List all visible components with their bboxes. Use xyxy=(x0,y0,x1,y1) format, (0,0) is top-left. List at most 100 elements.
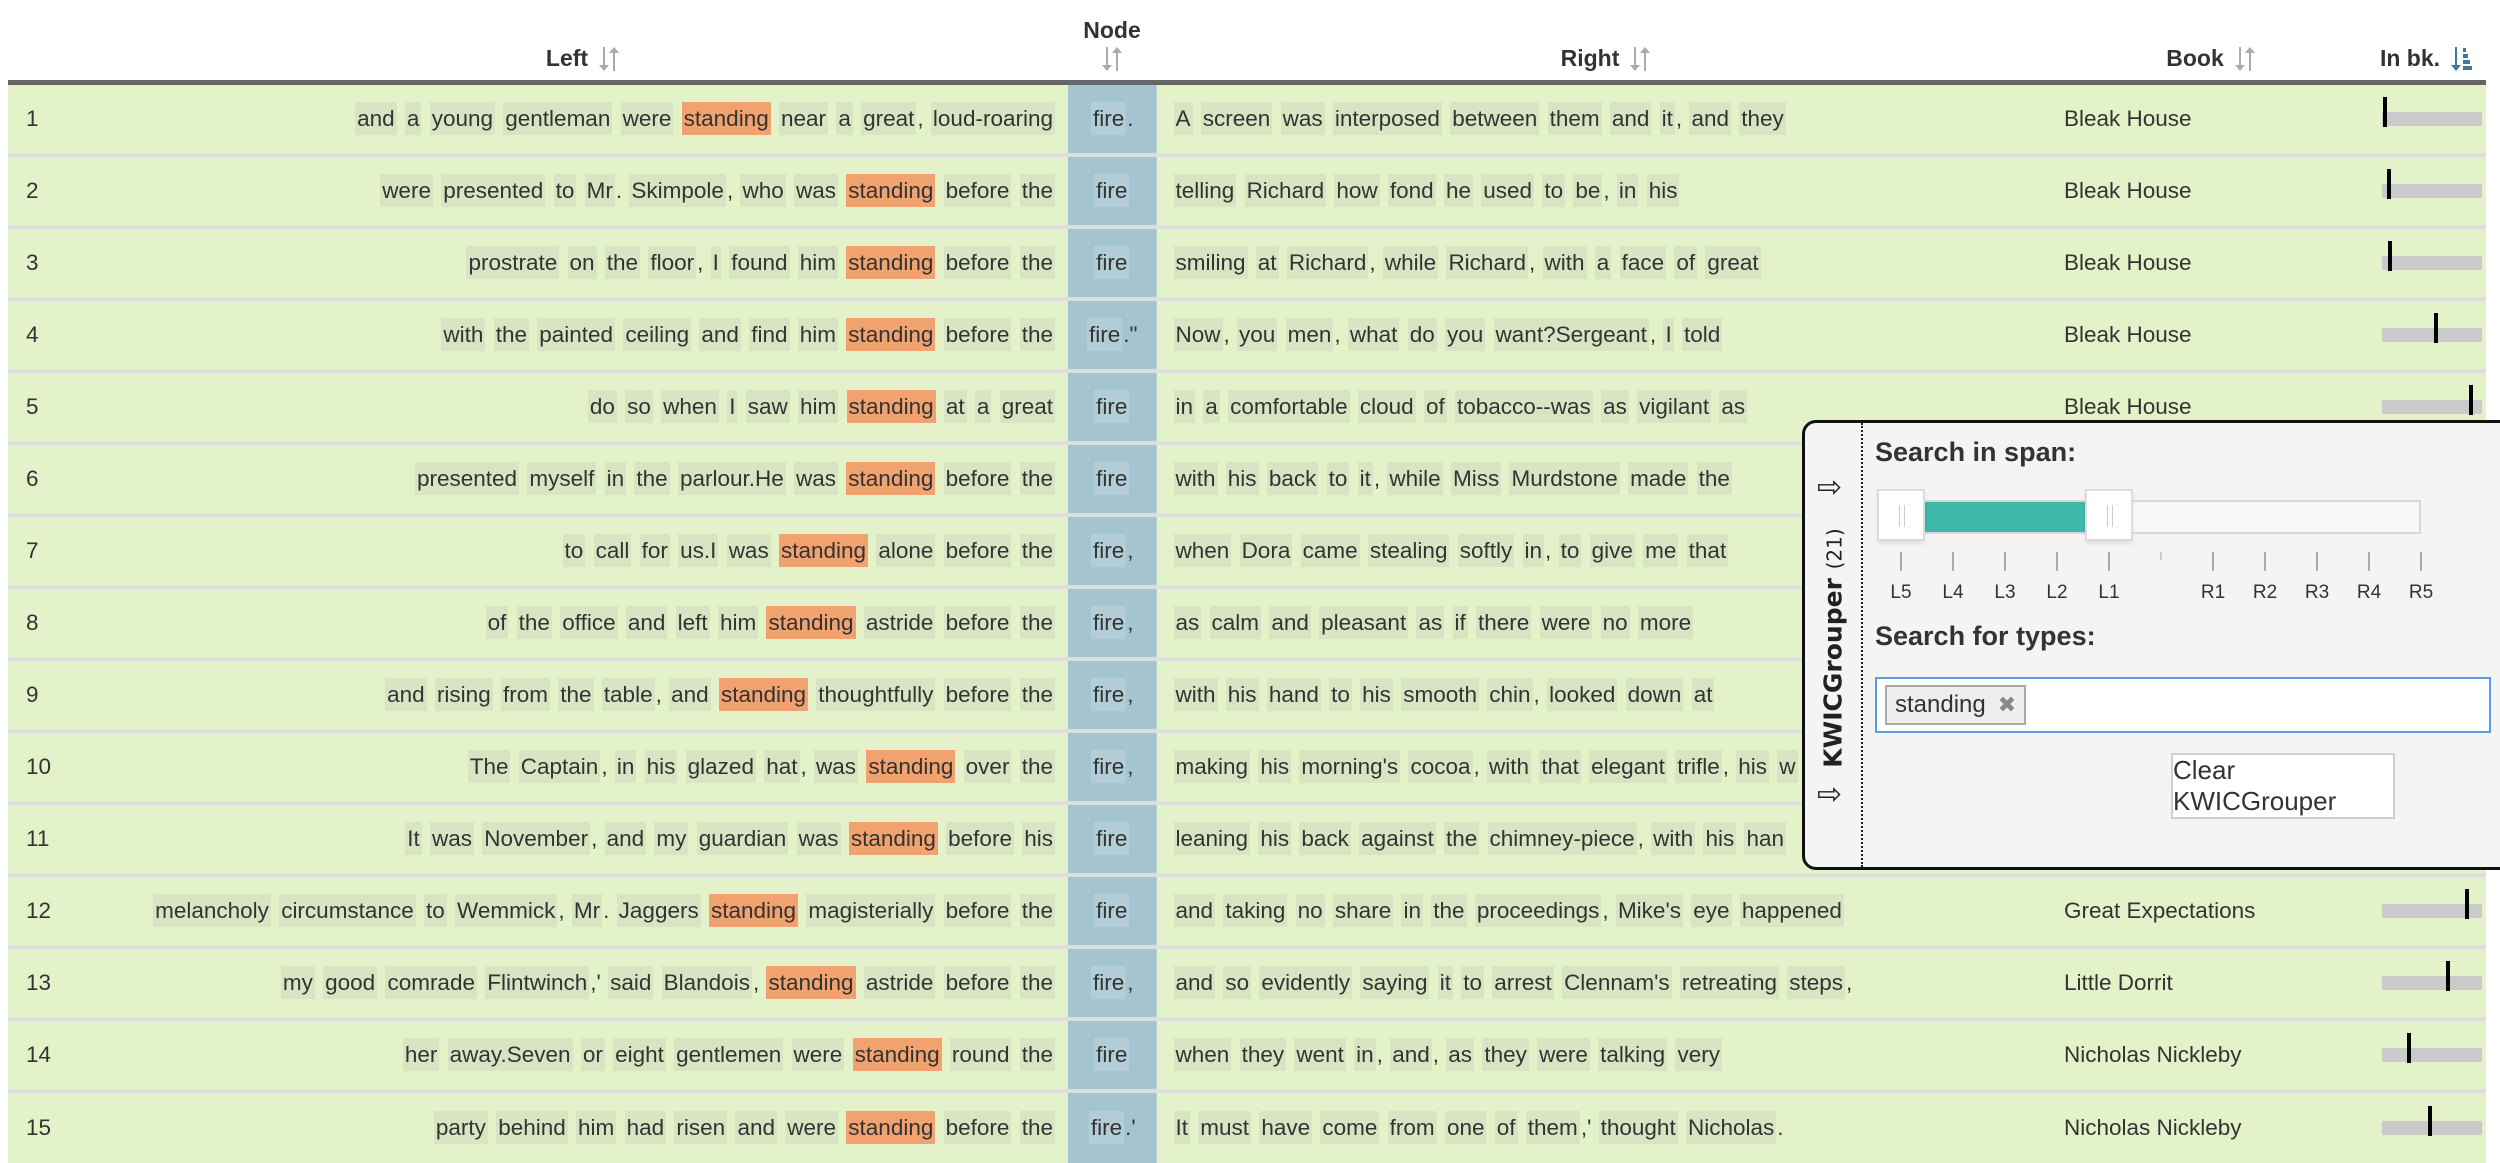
highlighted-token[interactable]: standing xyxy=(848,821,938,855)
token[interactable]: smooth xyxy=(1401,677,1479,711)
token[interactable]: saying xyxy=(1360,965,1430,999)
token[interactable]: I xyxy=(727,389,738,423)
token[interactable]: his xyxy=(1646,173,1680,207)
token[interactable]: to xyxy=(553,173,577,207)
token[interactable]: thought xyxy=(1598,1110,1678,1144)
token[interactable]: to xyxy=(1329,677,1352,711)
token[interactable]: you xyxy=(1237,317,1278,351)
highlighted-token[interactable]: standing xyxy=(681,101,771,135)
token[interactable]: office xyxy=(560,605,618,639)
node-token[interactable]: fire xyxy=(1088,1110,1125,1144)
token[interactable]: Jaggers xyxy=(616,893,701,927)
token[interactable]: to xyxy=(424,893,447,927)
token[interactable]: presented xyxy=(441,173,546,207)
token[interactable]: and xyxy=(355,101,397,135)
token[interactable]: eye xyxy=(1691,893,1732,927)
token[interactable]: Now xyxy=(1173,317,1223,351)
token[interactable]: presented xyxy=(414,461,520,495)
highlighted-token[interactable]: standing xyxy=(846,1110,936,1144)
token[interactable]: made xyxy=(1628,461,1689,495)
token[interactable]: It xyxy=(1173,1110,1191,1144)
table-row[interactable]: 13 my good comrade Flintwinch ,' said Blan… xyxy=(8,944,2486,1019)
token[interactable]: Wemmick xyxy=(455,893,558,927)
token[interactable]: with xyxy=(1173,677,1218,711)
token[interactable]: and xyxy=(1173,965,1216,999)
token[interactable]: of xyxy=(485,605,509,639)
token[interactable]: The xyxy=(467,749,511,783)
token[interactable]: men xyxy=(1285,317,1334,351)
token[interactable]: him xyxy=(717,605,759,639)
token[interactable]: and xyxy=(604,821,647,855)
token[interactable]: han xyxy=(1744,821,1787,855)
token[interactable]: the xyxy=(1019,749,1055,783)
token[interactable]: taking xyxy=(1223,893,1288,927)
token[interactable]: screen xyxy=(1200,101,1273,135)
token[interactable]: was xyxy=(726,533,771,567)
token[interactable]: glazed xyxy=(685,749,756,783)
token[interactable]: the xyxy=(1019,965,1055,999)
highlighted-token[interactable]: standing xyxy=(708,893,799,927)
table-row[interactable]: 14 her away.Seven or eight gentlemen were… xyxy=(8,1016,2486,1091)
span-slider[interactable] xyxy=(1877,489,2421,541)
token[interactable]: do xyxy=(587,389,617,423)
token[interactable]: a xyxy=(1594,245,1612,279)
token[interactable]: his xyxy=(1225,677,1259,711)
token[interactable]: at xyxy=(1255,245,1279,279)
token[interactable]: guardian xyxy=(696,821,789,855)
token[interactable]: to xyxy=(1461,965,1485,999)
token[interactable]: the xyxy=(1431,893,1467,927)
token[interactable]: as xyxy=(1416,605,1445,639)
table-row[interactable]: 12 melancholy circumstance to Wemmick, Mr… xyxy=(8,872,2486,947)
highlighted-token[interactable]: standing xyxy=(866,749,956,783)
token[interactable]: want?Sergeant xyxy=(1493,317,1649,351)
token[interactable]: at xyxy=(1691,677,1715,711)
token[interactable]: Skimpole xyxy=(629,173,726,207)
token[interactable]: and xyxy=(625,605,668,639)
token[interactable]: the xyxy=(1019,533,1055,567)
token[interactable]: in xyxy=(1616,173,1639,207)
token[interactable]: went xyxy=(1294,1037,1346,1071)
table-row[interactable]: 4 with the painted ceiling and find him s… xyxy=(8,296,2486,371)
token[interactable]: the xyxy=(1019,1110,1055,1144)
token[interactable]: them xyxy=(1525,1110,1580,1144)
sort-unsorted-icon[interactable] xyxy=(598,46,620,72)
token[interactable]: they xyxy=(1739,101,1786,135)
node-token[interactable]: fire xyxy=(1090,965,1127,999)
token[interactable]: proceedings xyxy=(1474,893,1602,927)
token[interactable]: was xyxy=(794,461,839,495)
token[interactable]: Blandois xyxy=(661,965,752,999)
token[interactable]: A xyxy=(1173,101,1193,135)
token[interactable]: his xyxy=(1258,749,1292,783)
collapse-arrow-icon[interactable]: ⇨ xyxy=(1817,473,1842,503)
token[interactable]: no xyxy=(1600,605,1630,639)
token[interactable]: w xyxy=(1777,749,1798,783)
token[interactable]: there xyxy=(1476,605,1532,639)
token[interactable]: leaning xyxy=(1173,821,1251,855)
node-token[interactable]: fire xyxy=(1094,245,1130,279)
token[interactable]: no xyxy=(1295,893,1325,927)
token[interactable]: and xyxy=(385,677,427,711)
token[interactable]: and xyxy=(669,677,711,711)
token[interactable]: more xyxy=(1637,605,1694,639)
node-token[interactable]: fire xyxy=(1090,533,1127,567)
node-token[interactable]: fire xyxy=(1094,461,1130,495)
highlighted-token[interactable]: standing xyxy=(766,605,856,639)
token[interactable]: them xyxy=(1547,101,1602,135)
token[interactable]: the xyxy=(604,245,641,279)
token[interactable]: chimney-piece xyxy=(1487,821,1637,855)
token[interactable]: of xyxy=(1423,389,1447,423)
token[interactable]: morning's xyxy=(1299,749,1401,783)
highlighted-token[interactable]: standing xyxy=(846,461,936,495)
kwicgrouper-tab[interactable]: ⇨ KWICGrouper (21) ⇨ xyxy=(1805,423,1863,867)
sort-ascending-icon[interactable] xyxy=(2450,46,2473,72)
token[interactable]: it xyxy=(1659,101,1675,135)
token[interactable]: in xyxy=(1354,1037,1376,1071)
header-right[interactable]: Right xyxy=(1156,0,2056,85)
token[interactable]: give xyxy=(1589,533,1635,567)
token[interactable]: they xyxy=(1482,1037,1529,1071)
token[interactable]: Nicholas xyxy=(1685,1110,1777,1144)
token[interactable]: and xyxy=(1173,893,1216,927)
token[interactable]: Dora xyxy=(1239,533,1293,567)
token[interactable]: find xyxy=(749,317,790,351)
token[interactable]: in xyxy=(1173,389,1196,423)
